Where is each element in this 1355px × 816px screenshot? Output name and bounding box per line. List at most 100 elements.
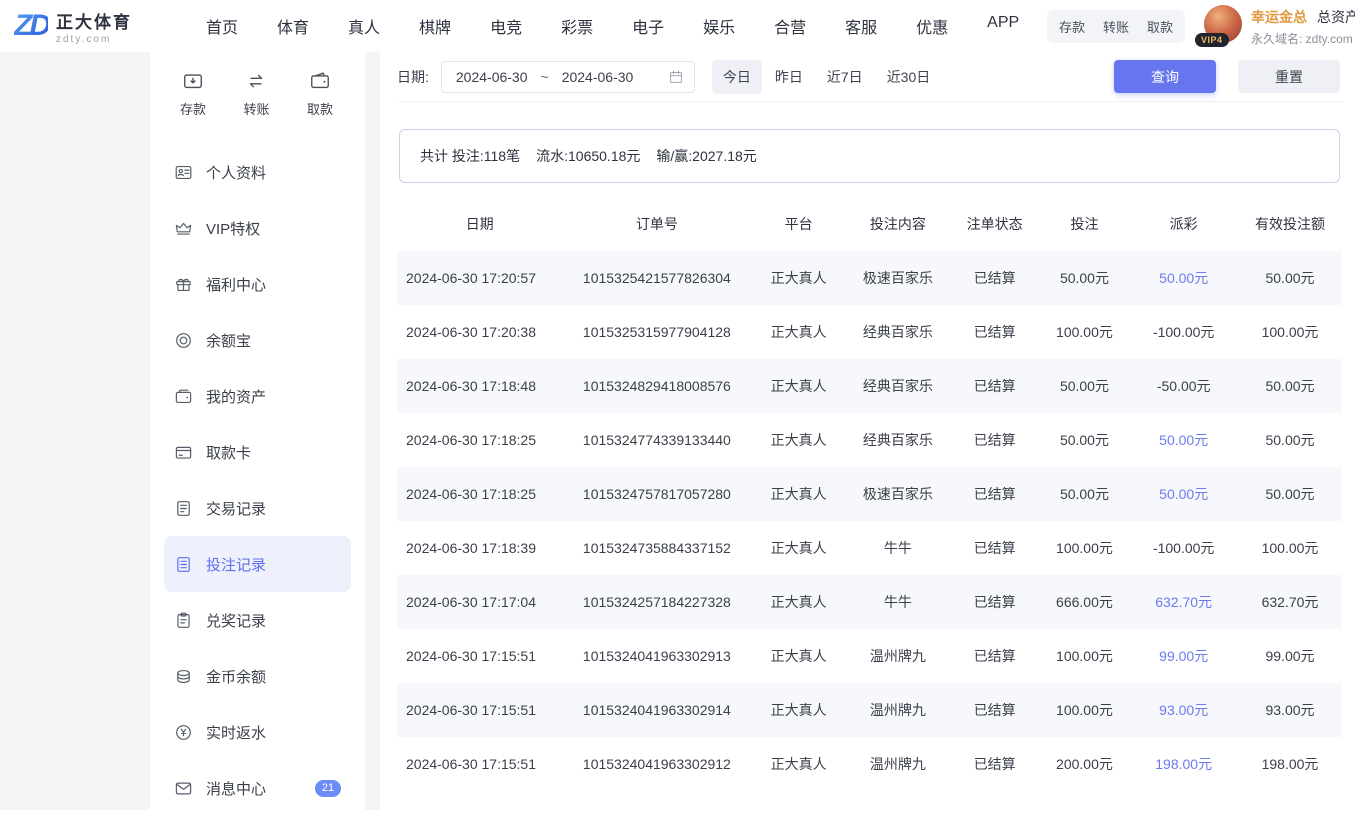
nav-item[interactable]: 客服 xyxy=(845,14,877,38)
cell-bet-amount: 50.00元 xyxy=(1040,251,1130,305)
reset-button[interactable]: 重置 xyxy=(1238,60,1340,93)
calendar-icon xyxy=(668,69,684,85)
table-row: 2024-06-30 17:20:57 1015325421577826304 … xyxy=(397,251,1342,305)
username[interactable]: 幸运金总 xyxy=(1251,7,1307,27)
cell-status: 已结算 xyxy=(950,413,1040,467)
cell-bet-amount: 50.00元 xyxy=(1040,413,1130,467)
cell-platform: 正大真人 xyxy=(751,467,846,521)
main-nav: 首页 体育 真人 棋牌 电竞 彩票 电子 娱乐 合营 客服 优惠 APP xyxy=(206,14,1019,38)
cell-valid-bet: 198.00元 xyxy=(1238,737,1342,791)
search-button[interactable]: 查询 xyxy=(1114,60,1216,93)
column-header: 日期 xyxy=(397,197,562,251)
cell-bet-content: 经典百家乐 xyxy=(846,305,950,359)
date-preset-button[interactable]: 近30日 xyxy=(876,60,942,94)
date-preset-button[interactable]: 昨日 xyxy=(764,60,814,94)
cell-payout: 50.00元 xyxy=(1129,413,1238,467)
sidebar-item[interactable]: 投注记录 xyxy=(164,536,351,592)
sidebar-item[interactable]: 实时返水 xyxy=(164,704,351,760)
cell-bet-amount: 100.00元 xyxy=(1040,629,1130,683)
sidebar-item[interactable]: 交易记录 xyxy=(164,480,351,536)
unread-badge: 21 xyxy=(315,780,341,797)
cell-payout: -100.00元 xyxy=(1129,305,1238,359)
cell-platform: 正大真人 xyxy=(751,359,846,413)
cell-date: 2024-06-30 17:15:51 xyxy=(397,683,562,737)
bet-records-table: 日期订单号平台投注内容注单状态投注派彩有效投注额 2024-06-30 17:2… xyxy=(397,197,1342,791)
brand-logo[interactable]: ZD 正大体育 zdty.com xyxy=(14,8,192,45)
nav-item[interactable]: 首页 xyxy=(206,14,238,38)
nav-item[interactable]: 棋牌 xyxy=(419,14,451,38)
nav-item[interactable]: 真人 xyxy=(348,14,380,38)
profile-card-icon xyxy=(174,163,193,182)
quick-action-label: 取款 xyxy=(307,99,333,118)
nav-item[interactable]: 彩票 xyxy=(561,14,593,38)
cell-date: 2024-06-30 17:20:38 xyxy=(397,305,562,359)
nav-item[interactable]: 优惠 xyxy=(916,14,948,38)
summary-turnover: 流水:10650.18元 xyxy=(536,146,640,166)
bet-record-icon xyxy=(174,555,193,574)
sidebar-item[interactable]: 兑奖记录 xyxy=(164,592,351,648)
sidebar-item[interactable]: 消息中心 21 xyxy=(164,760,351,816)
table-row: 2024-06-30 17:20:38 1015325315977904128 … xyxy=(397,305,1342,359)
nav-item[interactable]: 娱乐 xyxy=(703,14,735,38)
filter-bar: 日期: 2024-06-30 ~ 2024-06-30 今日昨日近7日近30日 … xyxy=(397,52,1342,102)
column-header: 投注 xyxy=(1040,197,1130,251)
cell-bet-amount: 100.00元 xyxy=(1040,683,1130,737)
cell-date: 2024-06-30 17:15:51 xyxy=(397,629,562,683)
vip-crown-icon xyxy=(174,219,193,238)
total-assets-label: 总资产: xyxy=(1317,7,1355,27)
table-row: 2024-06-30 17:15:51 1015324041963302914 … xyxy=(397,683,1342,737)
nav-item[interactable]: 体育 xyxy=(277,14,309,38)
bank-card-icon xyxy=(174,443,193,462)
sidebar-item[interactable]: 我的资产 xyxy=(164,368,351,424)
nav-item[interactable]: 合营 xyxy=(774,14,806,38)
cell-status: 已结算 xyxy=(950,683,1040,737)
table-row: 2024-06-30 17:15:51 1015324041963302912 … xyxy=(397,737,1342,791)
summary-box: 共计 投注:118笔 流水:10650.18元 输/赢:2027.18元 xyxy=(399,129,1340,183)
sidebar-item[interactable]: 福利中心 xyxy=(164,256,351,312)
nav-item[interactable]: 电子 xyxy=(632,14,664,38)
quick-action[interactable]: 取款 xyxy=(307,70,333,118)
sidebar-item-label: 金币余额 xyxy=(206,666,266,687)
date-range-input[interactable]: 2024-06-30 ~ 2024-06-30 xyxy=(441,61,695,93)
sidebar-item-label: VIP特权 xyxy=(206,218,260,239)
sidebar-item-label: 我的资产 xyxy=(206,386,266,407)
wallet-actions: 存款转账取款 xyxy=(1047,10,1185,43)
nav-item[interactable]: 电竞 xyxy=(490,14,522,38)
cell-status: 已结算 xyxy=(950,521,1040,575)
sidebar-item-label: 取款卡 xyxy=(206,442,251,463)
cell-status: 已结算 xyxy=(950,467,1040,521)
cell-platform: 正大真人 xyxy=(751,683,846,737)
cell-bet-content: 极速百家乐 xyxy=(846,251,950,305)
nav-item[interactable]: APP xyxy=(987,14,1019,38)
rebate-icon xyxy=(174,723,193,742)
sidebar-item[interactable]: 个人资料 xyxy=(164,144,351,200)
transfer-icon xyxy=(245,70,267,92)
cell-platform: 正大真人 xyxy=(751,737,846,791)
date-from-value[interactable]: 2024-06-30 xyxy=(456,69,528,85)
cell-platform: 正大真人 xyxy=(751,575,846,629)
sidebar-menu: 个人资料 VIP特权 福利中心 余额宝 xyxy=(150,144,365,816)
wallet-action-button[interactable]: 存款 xyxy=(1050,13,1094,40)
date-preset-button[interactable]: 近7日 xyxy=(816,60,874,94)
date-preset-button[interactable]: 今日 xyxy=(712,60,762,94)
cell-valid-bet: 50.00元 xyxy=(1238,413,1342,467)
wallet-action-button[interactable]: 转账 xyxy=(1094,13,1138,40)
cell-status: 已结算 xyxy=(950,737,1040,791)
cell-order-no: 1015324774339133440 xyxy=(562,413,751,467)
quick-action[interactable]: 转账 xyxy=(243,70,269,118)
cell-order-no: 1015324041963302914 xyxy=(562,683,751,737)
cell-valid-bet: 50.00元 xyxy=(1238,467,1342,521)
yuebao-icon xyxy=(174,331,193,350)
sidebar-item[interactable]: 金币余额 xyxy=(164,648,351,704)
cell-bet-amount: 50.00元 xyxy=(1040,467,1130,521)
date-to-value[interactable]: 2024-06-30 xyxy=(562,69,634,85)
cell-payout: 50.00元 xyxy=(1129,467,1238,521)
brand-name: 正大体育 xyxy=(56,8,132,33)
column-header: 有效投注额 xyxy=(1238,197,1342,251)
sidebar-item[interactable]: 余额宝 xyxy=(164,312,351,368)
sidebar-item-label: 交易记录 xyxy=(206,498,266,519)
wallet-action-button[interactable]: 取款 xyxy=(1138,13,1182,40)
sidebar-item[interactable]: VIP特权 xyxy=(164,200,351,256)
sidebar-item[interactable]: 取款卡 xyxy=(164,424,351,480)
quick-action[interactable]: 存款 xyxy=(180,70,206,118)
